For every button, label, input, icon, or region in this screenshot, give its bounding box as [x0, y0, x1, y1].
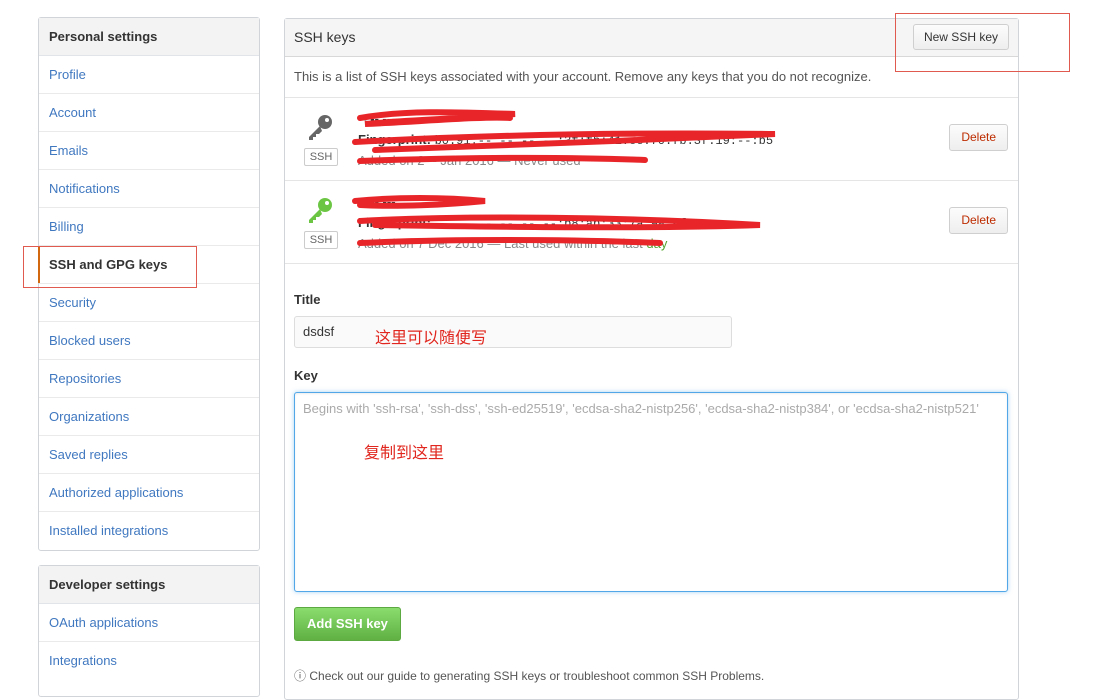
sidebar-item-oauth-applications[interactable]: OAuth applications — [39, 604, 259, 642]
key-added-text: Added on 7 Dec 2016 — Last used within t… — [358, 236, 643, 251]
fingerprint-label: Fingerprint: — [358, 215, 431, 230]
ssh-badge: SSH — [304, 148, 338, 166]
key-details: -- -- --- Fingerprint: -- -- -- -- -- --… — [358, 191, 687, 254]
intro-text: This is a list of SSH keys associated wi… — [285, 57, 1018, 98]
panel-header: SSH keys New SSH key — [285, 19, 1018, 57]
key-label: Key — [294, 368, 318, 383]
fingerprint-value: b0:91:-- -- -- --:3f:fb:41:ee:70:fb:3f:1… — [434, 134, 774, 148]
title-annotation: 这里可以随便写 — [375, 330, 488, 347]
footer-help-text: ⓘ Check out our guide to generating SSH … — [294, 667, 764, 684]
ssh-badge: SSH — [304, 231, 338, 249]
key-icon — [309, 198, 332, 223]
page-title: SSH keys — [294, 29, 356, 45]
sidebar-item-notifications[interactable]: Notifications — [39, 170, 259, 208]
ssh-keys-panel: SSH keys New SSH key This is a list of S… — [284, 18, 1019, 700]
personal-settings-heading: Personal settings — [39, 18, 259, 56]
sidebar-item-account[interactable]: Account — [39, 94, 259, 132]
key-last-used: day — [646, 236, 668, 251]
new-ssh-key-button[interactable]: New SSH key — [912, 24, 1009, 50]
sidebar-item-billing[interactable]: Billing — [39, 208, 259, 246]
key-textarea[interactable]: Begins with 'ssh-rsa', 'ssh-dss', 'ssh-e… — [294, 392, 1008, 592]
key-added-info: Added on 7 Dec 2016 — Last used within t… — [358, 233, 687, 254]
delete-key-button[interactable]: Delete — [949, 207, 1008, 234]
sidebar-item-profile[interactable]: Profile — [39, 56, 259, 94]
add-ssh-key-button[interactable]: Add SSH key — [294, 607, 401, 641]
delete-key-button[interactable]: Delete — [949, 124, 1008, 151]
sidebar-item-organizations[interactable]: Organizations — [39, 398, 259, 436]
sidebar-item-installed-integrations[interactable]: Installed integrations — [39, 512, 259, 549]
ssh-key-row: SSH -- -- --- Fingerprint: b0:91:-- -- -… — [285, 98, 1018, 181]
developer-settings-menu: Developer settings OAuth applications In… — [38, 565, 260, 697]
key-title: -- -- --- — [358, 111, 396, 126]
title-label: Title — [294, 292, 321, 307]
sidebar-item-blocked-users[interactable]: Blocked users — [39, 322, 259, 360]
key-details: -- -- --- Fingerprint: b0:91:-- -- -- --… — [358, 108, 773, 171]
fingerprint-label: Fingerprint: — [358, 132, 431, 147]
key-added-info: Added on 2 -- Jan 2016 — Never used — [358, 153, 581, 168]
footer-help-label: Check out our guide to generating SSH ke… — [309, 669, 765, 683]
sidebar-item-ssh-gpg-keys[interactable]: SSH and GPG keys — [38, 246, 259, 284]
key-fingerprint: Fingerprint: b0:91:-- -- -- --:3f:fb:41:… — [358, 129, 773, 150]
key-fingerprint: Fingerprint: -- -- -- -- -- --:b8:ab:33:… — [358, 212, 687, 233]
sidebar-item-saved-replies[interactable]: Saved replies — [39, 436, 259, 474]
key-icon — [309, 115, 332, 140]
key-annotation: 复制到这里 — [364, 445, 445, 462]
fingerprint-value: -- -- -- -- -- --:b8:ab:33:7a:9a:af — [434, 217, 687, 231]
developer-settings-heading: Developer settings — [39, 566, 259, 604]
sidebar-item-security[interactable]: Security — [39, 284, 259, 322]
info-icon: ⓘ — [294, 669, 307, 683]
personal-settings-menu: Personal settings Profile Account Emails… — [38, 17, 260, 551]
key-title: -- -- --- — [358, 194, 396, 209]
sidebar-item-repositories[interactable]: Repositories — [39, 360, 259, 398]
ssh-key-row: SSH -- -- --- Fingerprint: -- -- -- -- -… — [285, 181, 1018, 264]
sidebar-item-authorized-applications[interactable]: Authorized applications — [39, 474, 259, 512]
sidebar-item-emails[interactable]: Emails — [39, 132, 259, 170]
sidebar-item-integrations[interactable]: Integrations — [39, 642, 259, 679]
title-input[interactable]: dsdsf — [294, 316, 732, 348]
